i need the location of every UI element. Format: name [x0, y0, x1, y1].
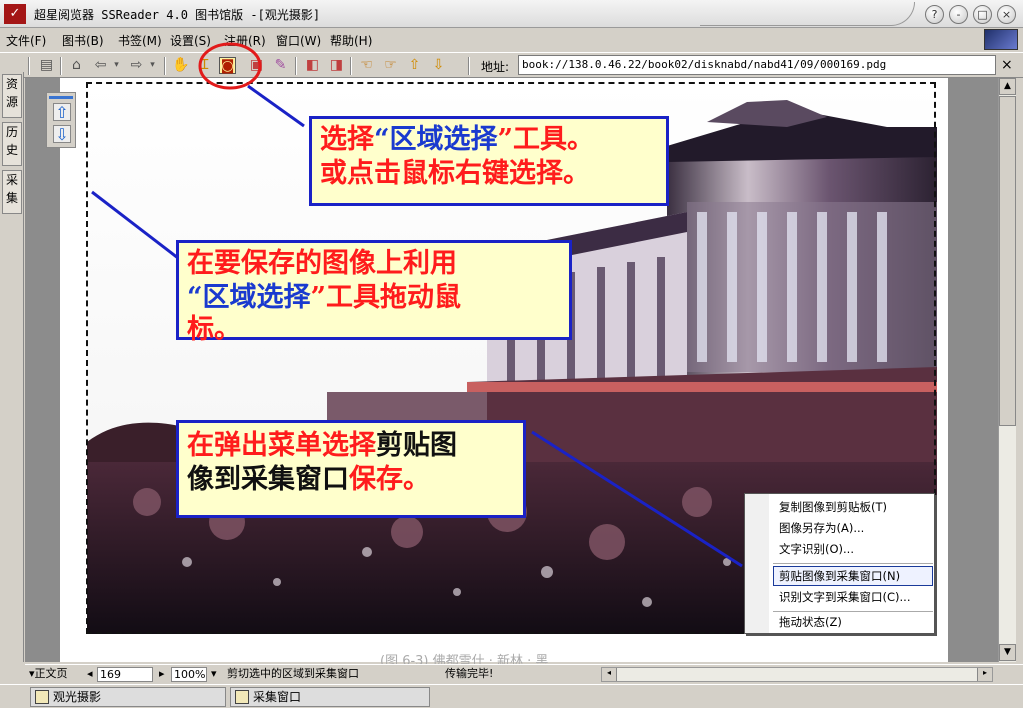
callout-text: 在要保存的图像上利用	[187, 248, 457, 279]
callout-text: 在弹出菜单选择	[187, 430, 376, 461]
edit-icon	[235, 690, 249, 704]
callout-text: 标。	[187, 314, 241, 345]
page-number-field[interactable]: 169	[97, 667, 153, 682]
callout-text: 或点击鼠标右键选择。	[320, 158, 590, 189]
window-taskbar: 观光摄影 采集窗口	[0, 684, 1023, 708]
scroll-left-arrow-icon[interactable]: ◂	[602, 668, 617, 681]
transfer-status: 传输完毕!	[445, 667, 494, 680]
book-icon	[35, 690, 49, 704]
task-label: 采集窗口	[253, 690, 302, 704]
horizontal-scrollbar[interactable]: ◂ ▸	[601, 667, 993, 682]
task-collect-window[interactable]: 采集窗口	[230, 687, 430, 707]
callout-text: 剪贴图	[376, 430, 457, 461]
callout-text: 像到采集窗口	[187, 464, 349, 495]
highlight-circle	[198, 42, 262, 90]
scroll-right-arrow-icon[interactable]: ▸	[977, 668, 992, 681]
status-message: 剪切选中的区域到采集窗口	[227, 667, 359, 680]
callout-text: 区域选择	[389, 124, 498, 155]
annotation-overlay	[91, 42, 743, 568]
pointer-line-3	[531, 430, 743, 568]
callout-text: “	[374, 124, 390, 155]
page-mode-dropdown[interactable]: ▾正文页	[29, 667, 68, 681]
zoom-field[interactable]: 100%	[171, 667, 207, 682]
callout-text: “	[187, 282, 203, 313]
page-mode-label: 正文页	[34, 667, 68, 680]
callout-text: 选择	[320, 124, 374, 155]
pointer-line-1	[247, 84, 305, 128]
callout-text: ”工具。	[497, 124, 595, 155]
prev-page-arrow-icon[interactable]: ◂	[87, 667, 93, 681]
callout-select-tool: 选择“区域选择”工具。 或点击鼠标右键选择。	[309, 116, 669, 206]
callout-drag-region: 在要保存的图像上利用 “区域选择”工具拖动鼠 标。	[176, 240, 572, 345]
status-bar: ▾正文页 ◂ 169 ▸ 100% ▾ 剪切选中的区域到采集窗口 传输完毕! ◂…	[25, 664, 1023, 683]
task-sightseeing[interactable]: 观光摄影	[30, 687, 226, 707]
callout-popup-menu: 在弹出菜单选择剪贴图 像到采集窗口保存。	[176, 420, 526, 518]
zoom-dropdown-icon[interactable]: ▾	[211, 667, 217, 681]
task-label: 观光摄影	[53, 690, 102, 704]
pointer-line-2	[91, 190, 179, 260]
callout-text: 保存。	[349, 464, 430, 495]
callout-text: 区域选择	[202, 282, 311, 313]
callout-text: ”工具拖动鼠	[310, 282, 462, 313]
next-page-arrow-icon[interactable]: ▸	[159, 667, 165, 681]
